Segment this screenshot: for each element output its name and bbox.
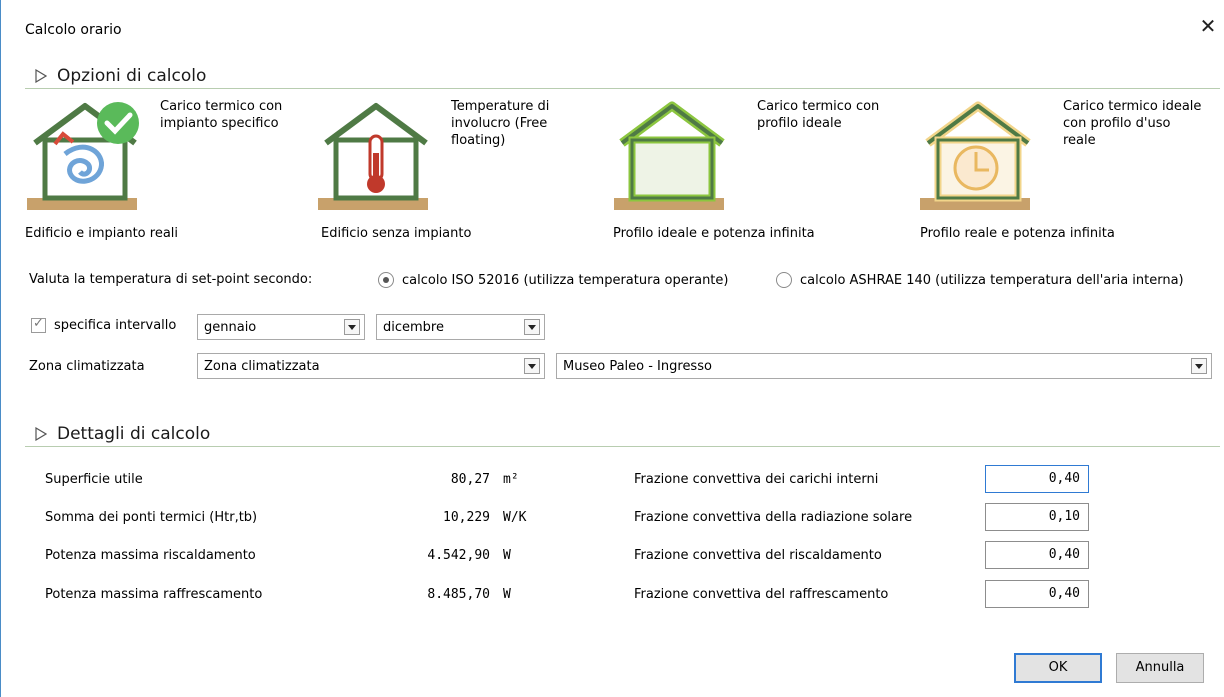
heating-fraction-label: Frazione convettiva del riscaldamento: [634, 548, 882, 563]
section-options-title: Opzioni di calcolo: [57, 66, 207, 86]
option-real-profile[interactable]: Carico termico ideale con profilo d'uso …: [918, 98, 1218, 218]
ok-button[interactable]: OK: [1014, 653, 1102, 683]
option-free-floating-caption: Edificio senza impianto: [321, 226, 472, 241]
surface-label: Superficie utile: [45, 472, 143, 487]
window-border: [0, 0, 1, 697]
zone-label: Zona climatizzata: [29, 359, 145, 374]
zone-select[interactable]: Museo Paleo - Ingresso: [556, 353, 1212, 379]
max-heating-unit: W: [503, 548, 511, 563]
section-divider: [25, 88, 1220, 89]
month-to-select[interactable]: dicembre: [376, 314, 545, 340]
setpoint-label: Valuta la temperatura di set-point secon…: [29, 272, 313, 287]
option-real-system-text: Carico termico con impianto specifico: [160, 99, 283, 131]
radio-ashrae-dot[interactable]: [776, 272, 792, 288]
solar-radiation-label: Frazione convettiva della radiazione sol…: [634, 510, 913, 525]
thermal-bridges-value: 10,229: [443, 510, 490, 525]
option-ideal-profile[interactable]: Carico termico con profilo ideale: [612, 98, 912, 218]
section-details-header[interactable]: Dettagli di calcolo: [35, 424, 210, 444]
radio-iso-label: calcolo ISO 52016 (utilizza temperatura …: [402, 272, 729, 288]
house-thermometer-icon: [318, 103, 428, 210]
chevron-down-icon[interactable]: [344, 319, 360, 335]
cooling-fraction-label: Frazione convettiva del raffrescamento: [634, 587, 889, 602]
max-cooling-unit: W: [503, 587, 511, 602]
section-divider: [25, 446, 1220, 447]
zone-type-select[interactable]: Zona climatizzata: [197, 353, 545, 379]
thermal-bridges-label: Somma dei ponti termici (Htr,tb): [45, 510, 258, 525]
section-details-title: Dettagli di calcolo: [57, 424, 211, 444]
max-cooling-label: Potenza massima raffrescamento: [45, 587, 263, 602]
chevron-down-icon[interactable]: [524, 358, 540, 374]
zone-type-value: Zona climatizzata: [204, 358, 320, 374]
checkbox-icon[interactable]: [31, 316, 46, 333]
solar-radiation-field[interactable]: 0,10: [985, 503, 1089, 531]
zone-value: Museo Paleo - Ingresso: [563, 358, 712, 374]
surface-value: 80,27: [450, 472, 490, 487]
max-heating-value: 4.542,90: [427, 548, 490, 563]
expand-triangle-icon: [35, 427, 47, 441]
cooling-fraction-field[interactable]: 0,40: [985, 580, 1089, 608]
expand-triangle-icon: [35, 69, 47, 83]
option-real-profile-caption: Profilo reale e potenza infinita: [920, 226, 1115, 241]
option-ideal-profile-caption: Profilo ideale e potenza infinita: [613, 226, 815, 241]
interval-label: specifica intervallo: [54, 318, 177, 333]
month-from-value: gennaio: [204, 319, 257, 335]
max-heating-label: Potenza massima riscaldamento: [45, 548, 256, 563]
internal-loads-label: Frazione convettiva dei carichi interni: [634, 472, 879, 487]
house-clock-icon: [920, 101, 1031, 210]
house-ideal-icon: [614, 101, 725, 210]
month-from-select[interactable]: gennaio: [197, 314, 365, 340]
radio-iso-dot[interactable]: [378, 272, 394, 288]
option-real-system[interactable]: Carico termico con impianto specifico: [25, 98, 325, 218]
cancel-button[interactable]: Annulla: [1116, 653, 1204, 683]
chevron-down-icon[interactable]: [1191, 358, 1207, 374]
chevron-down-icon[interactable]: [524, 319, 540, 335]
section-options-header[interactable]: Opzioni di calcolo: [35, 66, 206, 86]
max-cooling-value: 8.485,70: [427, 587, 490, 602]
radio-ashrae-label: calcolo ASHRAE 140 (utilizza temperatura…: [800, 272, 1184, 288]
radio-iso[interactable]: calcolo ISO 52016 (utilizza temperatura …: [378, 272, 728, 288]
house-heating-check-icon: [27, 102, 139, 210]
radio-ashrae[interactable]: calcolo ASHRAE 140 (utilizza temperatura…: [776, 272, 1184, 288]
window-title: Calcolo orario: [25, 22, 122, 38]
option-real-system-caption: Edificio e impianto reali: [25, 226, 179, 241]
interval-checkbox[interactable]: specifica intervallo: [31, 316, 177, 333]
option-real-profile-text: Carico termico ideale con profilo d'uso …: [1063, 99, 1202, 148]
option-ideal-profile-text: Carico termico con profilo ideale: [757, 99, 880, 131]
heating-fraction-field[interactable]: 0,40: [985, 541, 1089, 569]
thermal-bridges-unit: W/K: [503, 510, 527, 525]
internal-loads-field[interactable]: 0,40: [985, 465, 1089, 493]
option-free-floating-text: Temperature di involucro (Free floating): [451, 99, 550, 148]
surface-unit: m²: [503, 472, 519, 487]
close-icon[interactable]: ✕: [1196, 14, 1220, 38]
month-to-value: dicembre: [383, 319, 444, 335]
option-free-floating[interactable]: Temperature di involucro (Free floating): [316, 98, 616, 218]
